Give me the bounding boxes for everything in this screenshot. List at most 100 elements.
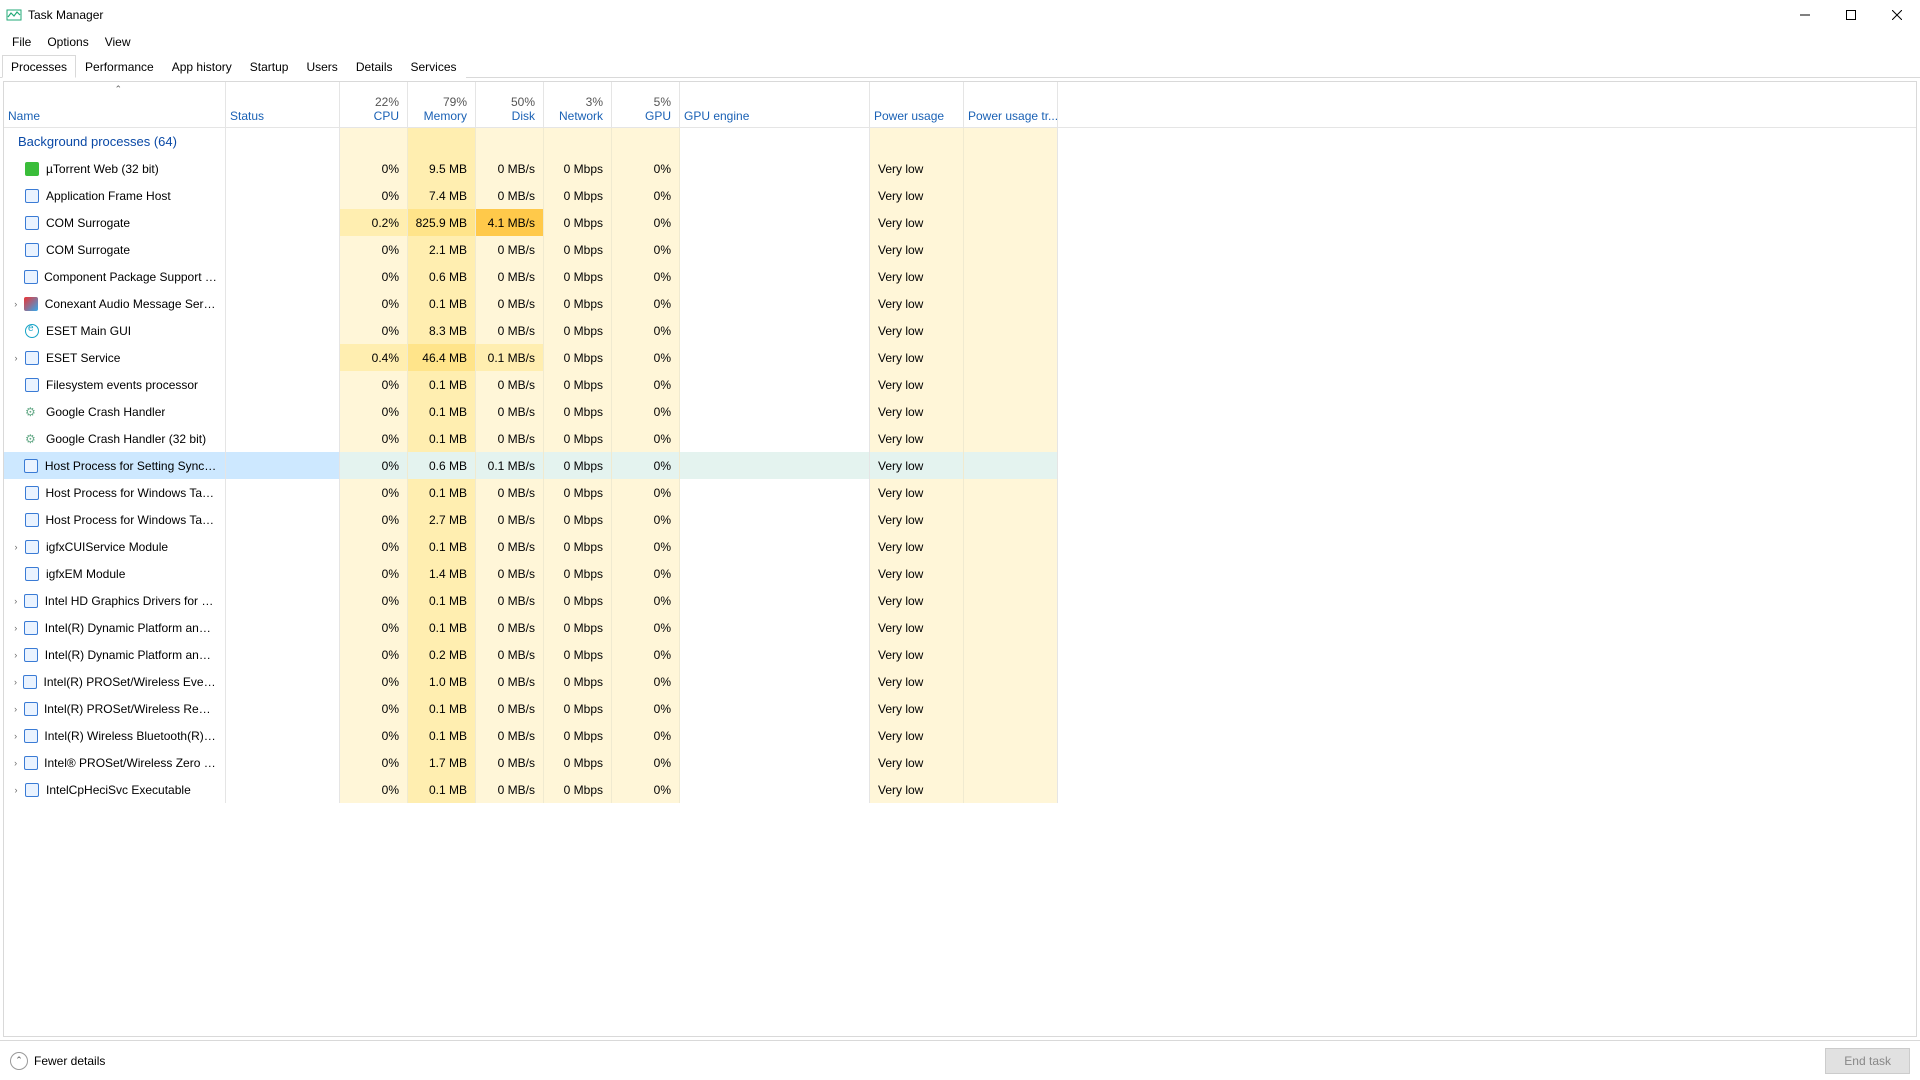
expand-icon[interactable]: › bbox=[10, 650, 21, 660]
process-name: Google Crash Handler bbox=[46, 405, 165, 419]
minimize-button[interactable] bbox=[1782, 0, 1828, 30]
cell-disk: 0 MB/s bbox=[476, 533, 544, 560]
table-row[interactable]: Application Frame Host0%7.4 MB0 MB/s0 Mb… bbox=[4, 182, 1916, 209]
table-row[interactable]: ›Intel® PROSet/Wireless Zero Co...0%1.7 … bbox=[4, 749, 1916, 776]
table-row[interactable]: ›ESET Service0.4%46.4 MB0.1 MB/s0 Mbps0%… bbox=[4, 344, 1916, 371]
cell-memory: 2.1 MB bbox=[408, 236, 476, 263]
col-powertrend-label: Power usage tr... bbox=[968, 109, 1049, 123]
cell-network: 0 Mbps bbox=[544, 587, 612, 614]
cell-power-trend bbox=[964, 425, 1058, 452]
process-icon bbox=[23, 755, 38, 771]
table-row[interactable]: Component Package Support Se...0%0.6 MB0… bbox=[4, 263, 1916, 290]
cell-gpu: 0% bbox=[612, 668, 680, 695]
col-status[interactable]: Status bbox=[226, 82, 340, 127]
table-row[interactable]: igfxEM Module0%1.4 MB0 MB/s0 Mbps0%Very … bbox=[4, 560, 1916, 587]
tab-users[interactable]: Users bbox=[297, 55, 346, 78]
cell-gpu-engine bbox=[680, 155, 870, 182]
table-row[interactable]: ›Intel(R) Dynamic Platform and T...0%0.1… bbox=[4, 614, 1916, 641]
table-row[interactable]: COM Surrogate0%2.1 MB0 MB/s0 Mbps0%Very … bbox=[4, 236, 1916, 263]
table-row[interactable]: ›Intel(R) Dynamic Platform and T...0%0.2… bbox=[4, 641, 1916, 668]
group-background-processes[interactable]: Background processes (64) bbox=[4, 128, 1916, 155]
col-memory[interactable]: 79%Memory bbox=[408, 82, 476, 127]
cell-network: 0 Mbps bbox=[544, 290, 612, 317]
process-name: Intel(R) PROSet/Wireless Registr... bbox=[44, 702, 217, 716]
expand-icon[interactable]: › bbox=[10, 677, 21, 687]
table-row[interactable]: ESET Main GUI0%8.3 MB0 MB/s0 Mbps0%Very … bbox=[4, 317, 1916, 344]
cell-network: 0 Mbps bbox=[544, 236, 612, 263]
process-name: Application Frame Host bbox=[46, 189, 171, 203]
tab-processes[interactable]: Processes bbox=[2, 55, 76, 78]
process-icon bbox=[24, 377, 40, 393]
expand-icon[interactable]: › bbox=[10, 353, 22, 363]
tab-app-history[interactable]: App history bbox=[163, 55, 241, 78]
cell-cpu: 0% bbox=[340, 182, 408, 209]
fewer-details-button[interactable]: ⌃ Fewer details bbox=[10, 1052, 105, 1070]
col-power-trend[interactable]: Power usage tr... bbox=[964, 82, 1058, 127]
table-row[interactable]: µTorrent Web (32 bit)0%9.5 MB0 MB/s0 Mbp… bbox=[4, 155, 1916, 182]
table-row[interactable]: Google Crash Handler (32 bit)0%0.1 MB0 M… bbox=[4, 425, 1916, 452]
table-row[interactable]: ›Intel(R) PROSet/Wireless Registr...0%0.… bbox=[4, 695, 1916, 722]
expand-icon[interactable]: › bbox=[10, 758, 21, 768]
cell-power-trend bbox=[964, 641, 1058, 668]
close-button[interactable] bbox=[1874, 0, 1920, 30]
expand-icon[interactable]: › bbox=[10, 785, 22, 795]
cell-power: Very low bbox=[870, 317, 964, 344]
expand-icon[interactable]: › bbox=[10, 596, 21, 606]
cell-disk: 0 MB/s bbox=[476, 722, 544, 749]
table-row[interactable]: Google Crash Handler0%0.1 MB0 MB/s0 Mbps… bbox=[4, 398, 1916, 425]
table-row[interactable]: ›Intel(R) Wireless Bluetooth(R) iB...0%0… bbox=[4, 722, 1916, 749]
cell-gpu: 0% bbox=[612, 209, 680, 236]
table-row[interactable]: ›IntelCpHeciSvc Executable0%0.1 MB0 MB/s… bbox=[4, 776, 1916, 803]
col-name[interactable]: ⌃ Name bbox=[4, 82, 226, 127]
menu-options[interactable]: Options bbox=[39, 32, 96, 52]
cell-gpu-engine bbox=[680, 425, 870, 452]
cell-network: 0 Mbps bbox=[544, 776, 612, 803]
cell-power: Very low bbox=[870, 749, 964, 776]
col-network[interactable]: 3%Network bbox=[544, 82, 612, 127]
cell-cpu: 0% bbox=[340, 398, 408, 425]
table-row[interactable]: Host Process for Windows Tasks0%0.1 MB0 … bbox=[4, 479, 1916, 506]
window-controls bbox=[1782, 0, 1920, 30]
tab-services[interactable]: Services bbox=[402, 55, 466, 78]
sort-indicator-icon: ⌃ bbox=[115, 84, 123, 95]
app-icon bbox=[6, 7, 22, 23]
cell-gpu-engine bbox=[680, 209, 870, 236]
col-gpu[interactable]: 5%GPU bbox=[612, 82, 680, 127]
col-power[interactable]: Power usage bbox=[870, 82, 964, 127]
tab-startup[interactable]: Startup bbox=[241, 55, 298, 78]
col-power-label: Power usage bbox=[874, 109, 955, 123]
maximize-button[interactable] bbox=[1828, 0, 1874, 30]
table-row[interactable]: Filesystem events processor0%0.1 MB0 MB/… bbox=[4, 371, 1916, 398]
col-disk[interactable]: 50%Disk bbox=[476, 82, 544, 127]
col-gpu-engine[interactable]: GPU engine bbox=[680, 82, 870, 127]
cell-power: Very low bbox=[870, 614, 964, 641]
expand-icon[interactable]: › bbox=[10, 299, 21, 309]
cell-gpu-engine bbox=[680, 506, 870, 533]
process-icon bbox=[24, 188, 40, 204]
cell-disk: 0 MB/s bbox=[476, 290, 544, 317]
menu-file[interactable]: File bbox=[4, 32, 39, 52]
expand-icon[interactable]: › bbox=[10, 542, 22, 552]
cell-memory: 0.6 MB bbox=[408, 452, 476, 479]
expand-icon[interactable]: › bbox=[10, 704, 21, 714]
cell-memory: 0.1 MB bbox=[408, 776, 476, 803]
table-row[interactable]: Host Process for Setting Synchr...0%0.6 … bbox=[4, 452, 1916, 479]
cell-power-trend bbox=[964, 776, 1058, 803]
cell-power-trend bbox=[964, 506, 1058, 533]
cell-disk: 0 MB/s bbox=[476, 155, 544, 182]
table-row[interactable]: ›Intel HD Graphics Drivers for Wi...0%0.… bbox=[4, 587, 1916, 614]
expand-icon[interactable]: › bbox=[10, 731, 21, 741]
end-task-button[interactable]: End task bbox=[1825, 1048, 1910, 1074]
tab-performance[interactable]: Performance bbox=[76, 55, 163, 78]
tab-details[interactable]: Details bbox=[347, 55, 402, 78]
fewer-details-label: Fewer details bbox=[34, 1054, 105, 1068]
expand-icon[interactable]: › bbox=[10, 623, 21, 633]
table-row[interactable]: COM Surrogate0.2%825.9 MB4.1 MB/s0 Mbps0… bbox=[4, 209, 1916, 236]
cell-gpu: 0% bbox=[612, 587, 680, 614]
col-cpu[interactable]: 22%CPU bbox=[340, 82, 408, 127]
table-row[interactable]: ›igfxCUIService Module0%0.1 MB0 MB/s0 Mb… bbox=[4, 533, 1916, 560]
table-row[interactable]: Host Process for Windows Tasks0%2.7 MB0 … bbox=[4, 506, 1916, 533]
menu-view[interactable]: View bbox=[97, 32, 139, 52]
table-row[interactable]: ›Intel(R) PROSet/Wireless Event L...0%1.… bbox=[4, 668, 1916, 695]
table-row[interactable]: ›Conexant Audio Message Service0%0.1 MB0… bbox=[4, 290, 1916, 317]
